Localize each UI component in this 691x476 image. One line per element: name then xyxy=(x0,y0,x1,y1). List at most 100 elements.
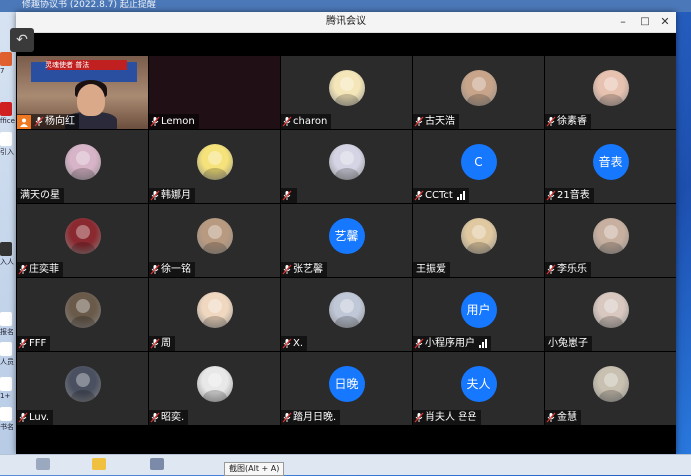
participant-tile[interactable]: 徐素睿 xyxy=(545,56,676,129)
participant-tile[interactable]: Luv. xyxy=(17,352,148,425)
desktop-icon[interactable]: 7 xyxy=(0,52,16,75)
desktop-icon[interactable]: 报名 xyxy=(0,312,16,337)
desktop-icon-strip: 7 ffice 引入 入人 报名 人员 1+ 书名 xyxy=(0,12,16,474)
avatar-text: 艺馨 xyxy=(328,217,365,254)
participant-name: X. xyxy=(293,338,304,349)
avatar-text: 音表 xyxy=(592,143,629,180)
participant-name: 肖夫人 욘욘 xyxy=(425,412,477,423)
participant-name: 满天の星 xyxy=(20,190,60,201)
taskbar-app-icon[interactable] xyxy=(36,458,50,470)
host-user-icon xyxy=(17,114,31,129)
participant-name: Luv. xyxy=(29,412,50,423)
participant-name: 小兔崽子 xyxy=(548,338,588,349)
participant-grid: 灵魂使者 普法 杨向红 Lemon charon 古天浩 徐素睿满天の星 韩娜月 C CCTct… xyxy=(17,56,677,426)
mic-muted-icon xyxy=(546,190,556,201)
participant-tile[interactable]: 灵魂使者 普法 杨向红 xyxy=(17,56,148,129)
participant-tile[interactable]: 小兔崽子 xyxy=(545,278,676,351)
avatar xyxy=(460,69,497,106)
participant-label: X. xyxy=(281,336,308,351)
participant-tile[interactable]: 周 xyxy=(149,278,280,351)
participant-tile[interactable]: 夫人肖夫人 욘욘 xyxy=(413,352,544,425)
mic-muted-icon xyxy=(18,338,28,349)
avatar-text: 夫人 xyxy=(460,365,497,402)
avatar xyxy=(592,365,629,402)
participant-name: 21音表 xyxy=(557,190,590,201)
video-banner-text: 灵魂使者 普法 xyxy=(45,61,90,69)
avatar xyxy=(592,291,629,328)
participant-tile[interactable]: 昭奕. xyxy=(149,352,280,425)
participant-label: 金慧 xyxy=(545,410,581,425)
back-glyph: ↶ xyxy=(16,32,28,48)
participant-tile[interactable]: 李乐乐 xyxy=(545,204,676,277)
participant-name: Lemon xyxy=(161,116,195,127)
participant-name: 徐素睿 xyxy=(557,116,587,127)
avatar xyxy=(64,217,101,254)
avatar xyxy=(64,291,101,328)
participant-tile[interactable]: X. xyxy=(281,278,412,351)
avatar xyxy=(328,143,365,180)
participant-tile[interactable]: 徐一铭 xyxy=(149,204,280,277)
participant-tile[interactable]: 艺馨 张艺馨 xyxy=(281,204,412,277)
mic-muted-icon xyxy=(282,190,292,201)
desktop-icon[interactable]: ffice xyxy=(0,102,16,125)
participant-label xyxy=(281,188,297,203)
minimize-button[interactable]: – xyxy=(614,12,632,32)
participant-tile[interactable]: FFF xyxy=(17,278,148,351)
desktop-icon[interactable]: 书名 xyxy=(0,407,16,432)
participant-label: 杨向红 xyxy=(17,114,79,129)
mic-muted-icon xyxy=(18,412,28,423)
title-bar[interactable]: 腾讯会议 – □ ✕ xyxy=(16,12,676,33)
participant-tile[interactable]: 满天の星 xyxy=(17,130,148,203)
participant-name: CCTct xyxy=(425,190,453,201)
participant-label: 张艺馨 xyxy=(281,262,327,277)
mic-muted-icon xyxy=(150,190,160,201)
participant-tile[interactable]: 韩娜月 xyxy=(149,130,280,203)
participant-label: 踏月日晚. xyxy=(281,410,341,425)
desktop-icon[interactable]: 入人 xyxy=(0,242,16,267)
participant-label: 小兔崽子 xyxy=(545,336,592,351)
participant-label: CCTct xyxy=(413,188,469,203)
participant-label: 徐素睿 xyxy=(545,114,591,129)
desktop-icon[interactable]: 引入 xyxy=(0,132,16,157)
maximize-button[interactable]: □ xyxy=(636,12,654,32)
participant-label: 昭奕. xyxy=(149,410,189,425)
participant-tile[interactable]: 王振爱 xyxy=(413,204,544,277)
participant-tile[interactable]: charon xyxy=(281,56,412,129)
avatar xyxy=(196,143,233,180)
participant-tile[interactable]: 音表 21音表 xyxy=(545,130,676,203)
mic-muted-icon xyxy=(282,116,292,127)
participant-name: FFF xyxy=(29,338,47,349)
mic-muted-icon xyxy=(18,264,28,275)
taskbar-app-icon[interactable] xyxy=(150,458,164,470)
participant-label: 韩娜月 xyxy=(149,188,195,203)
folder-icon[interactable] xyxy=(92,458,106,470)
participant-tile[interactable]: Lemon xyxy=(149,56,280,129)
participant-name: 李乐乐 xyxy=(557,264,587,275)
avatar-text: 用户 xyxy=(460,291,497,328)
participant-label: 古天浩 xyxy=(413,114,459,129)
signal-icon xyxy=(456,191,465,200)
avatar xyxy=(592,217,629,254)
participant-tile[interactable]: 金慧 xyxy=(545,352,676,425)
participant-tile[interactable]: 古天浩 xyxy=(413,56,544,129)
participant-name: 庄奕菲 xyxy=(29,264,59,275)
participant-tile[interactable]: 庄奕菲 xyxy=(17,204,148,277)
desktop-icon[interactable]: 人员 xyxy=(0,342,16,367)
participant-name: 金慧 xyxy=(557,412,577,423)
participant-tile[interactable]: C CCTct xyxy=(413,130,544,203)
participant-name: 王振爱 xyxy=(416,264,446,275)
desktop-icon[interactable]: 1+ xyxy=(0,377,16,400)
participant-tile[interactable]: 日晚 踏月日晚. xyxy=(281,352,412,425)
window-title: 腾讯会议 xyxy=(326,16,366,27)
back-arrow-icon[interactable]: ↶ xyxy=(10,28,34,52)
participant-name: 杨向红 xyxy=(45,116,75,127)
mic-muted-icon xyxy=(414,338,424,349)
mic-muted-icon xyxy=(546,264,556,275)
avatar xyxy=(592,69,629,106)
participant-tile[interactable] xyxy=(281,130,412,203)
participant-tile[interactable]: 用户 小程序用户 xyxy=(413,278,544,351)
desktop-top-text: 修趣协议书 (2022.8.7) 起止提醒 xyxy=(22,0,156,10)
participant-name: 古天浩 xyxy=(425,116,455,127)
avatar xyxy=(196,291,233,328)
close-button[interactable]: ✕ xyxy=(656,12,674,32)
